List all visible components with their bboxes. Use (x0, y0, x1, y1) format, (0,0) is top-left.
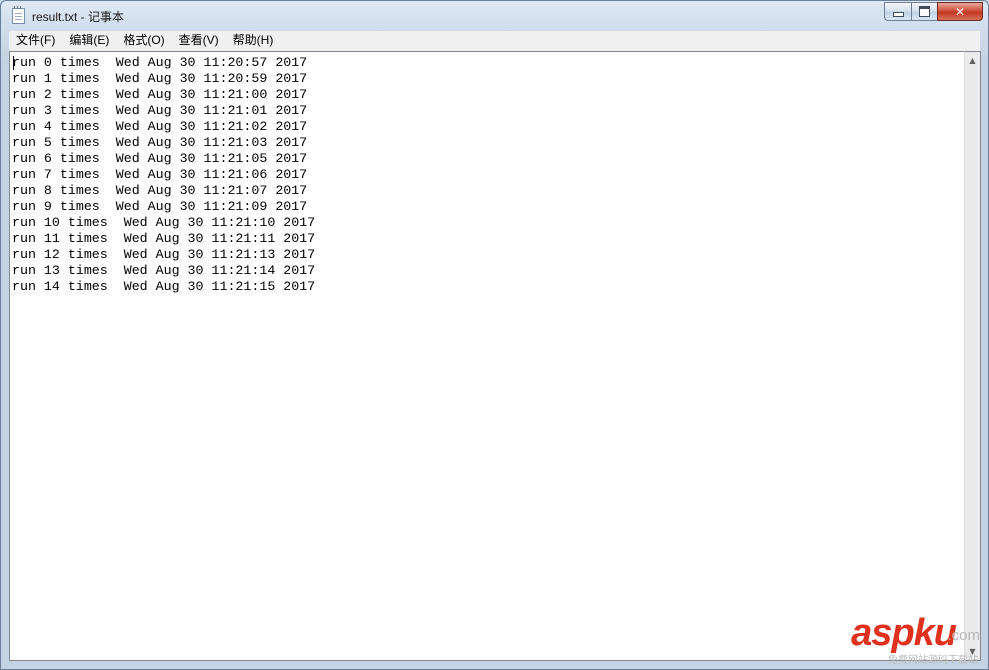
minimize-button[interactable] (884, 2, 911, 21)
close-button[interactable]: ✕ (937, 2, 983, 21)
document-text: run 0 times Wed Aug 30 11:20:57 2017 run… (12, 55, 315, 295)
maximize-icon (919, 6, 930, 17)
vertical-scrollbar[interactable]: ▲ ▼ (964, 51, 981, 661)
menu-file[interactable]: 文件(F) (9, 31, 62, 50)
text-line: run 1 times Wed Aug 30 11:20:59 2017 (12, 71, 308, 86)
text-line: run 3 times Wed Aug 30 11:21:01 2017 (12, 103, 308, 118)
menu-bar: 文件(F) 编辑(E) 格式(O) 查看(V) 帮助(H) (9, 31, 980, 51)
text-line: run 9 times Wed Aug 30 11:21:09 2017 (12, 199, 308, 214)
text-line: run 2 times Wed Aug 30 11:21:00 2017 (12, 87, 308, 102)
window-title: result.txt - 记事本 (32, 10, 125, 24)
menu-format[interactable]: 格式(O) (116, 31, 171, 50)
text-line: run 0 times Wed Aug 30 11:20:57 2017 (12, 55, 308, 70)
maximize-button[interactable] (911, 2, 937, 21)
text-line: run 11 times Wed Aug 30 11:21:11 2017 (12, 231, 316, 246)
watermark-logo: aspku .com 免费网站源码下载站 (812, 612, 982, 666)
text-line: run 12 times Wed Aug 30 11:21:13 2017 (12, 247, 316, 262)
watermark-brand: aspku (851, 612, 957, 654)
watermark-domain: .com (947, 627, 980, 644)
scroll-up-arrow-icon[interactable]: ▲ (965, 52, 980, 69)
notepad-window: result.txt - 记事本 ✕ 文件(F) 编辑(E) 格式(O) 查看(… (0, 0, 989, 670)
menu-edit[interactable]: 编辑(E) (62, 31, 116, 50)
notepad-icon (12, 6, 25, 24)
text-line: run 10 times Wed Aug 30 11:21:10 2017 (12, 215, 316, 230)
text-editor[interactable]: run 0 times Wed Aug 30 11:20:57 2017 run… (9, 51, 964, 661)
text-line: run 14 times Wed Aug 30 11:21:15 2017 (12, 279, 316, 294)
watermark-tagline: 免费网站源码下载站 (888, 655, 978, 666)
menu-view[interactable]: 查看(V) (172, 31, 226, 50)
text-line: run 8 times Wed Aug 30 11:21:07 2017 (12, 183, 308, 198)
minimize-icon (892, 12, 904, 17)
title-bar[interactable]: result.txt - 记事本 ✕ (1, 1, 988, 31)
menu-help[interactable]: 帮助(H) (226, 31, 281, 50)
text-line: run 4 times Wed Aug 30 11:21:02 2017 (12, 119, 308, 134)
text-line: run 5 times Wed Aug 30 11:21:03 2017 (12, 135, 308, 150)
text-line: run 13 times Wed Aug 30 11:21:14 2017 (12, 263, 316, 278)
text-line: run 6 times Wed Aug 30 11:21:05 2017 (12, 151, 308, 166)
text-line: run 7 times Wed Aug 30 11:21:06 2017 (12, 167, 308, 182)
caption-buttons: ✕ (884, 2, 983, 22)
close-icon: ✕ (954, 4, 966, 19)
